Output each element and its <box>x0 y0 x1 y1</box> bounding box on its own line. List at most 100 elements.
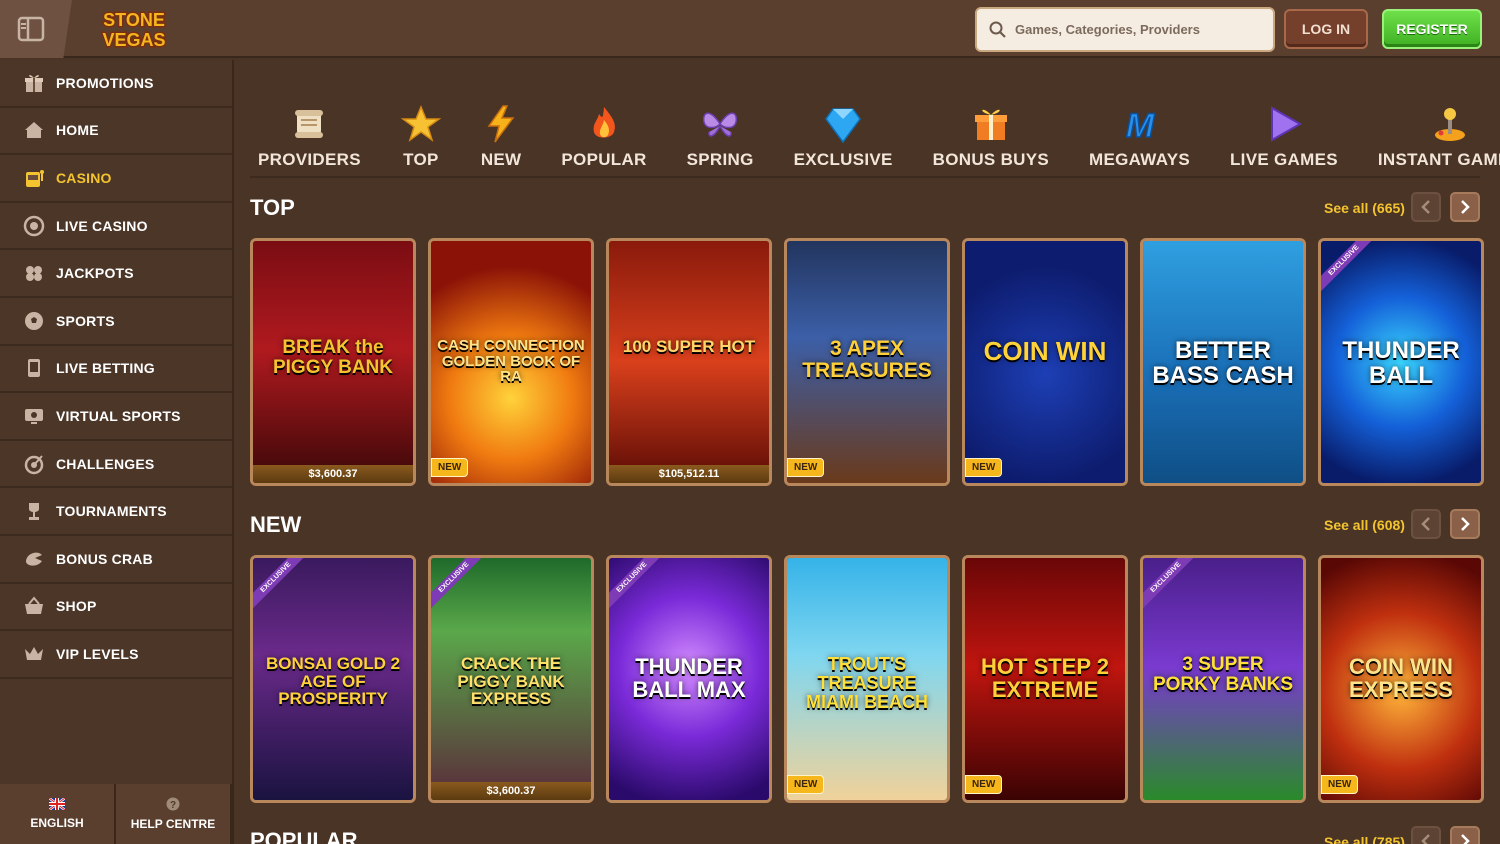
gift-icon <box>971 104 1011 144</box>
crown-icon <box>22 642 46 666</box>
popular-next-button[interactable] <box>1450 826 1480 844</box>
jackpot-amount: $3,600.37 <box>253 465 413 483</box>
game-tile[interactable]: BETTER BASS CASH <box>1140 238 1306 486</box>
game-tile[interactable]: 3 APEX TREASURES NEW <box>784 238 950 486</box>
game-title: THUNDER BALL MAX <box>632 653 746 702</box>
category-exclusive[interactable]: EXCLUSIVE <box>794 78 893 170</box>
sidebar-item-label: SHOP <box>56 598 97 615</box>
game-tile[interactable]: TROUT'S TREASURE MIAMI BEACH NEW <box>784 555 950 803</box>
category-bonus-buys[interactable]: BONUS BUYS <box>933 78 1049 170</box>
stone-vegas-logo[interactable]: STONE VEGAS <box>86 6 182 52</box>
game-tile[interactable]: BONSAI GOLD 2 AGE OF PROSPERITY EXCLUSIVE <box>250 555 416 803</box>
game-title: BETTER BASS CASH <box>1152 336 1294 389</box>
login-button[interactable]: LOG IN <box>1284 9 1368 49</box>
language-selector[interactable]: ENGLISH <box>0 784 116 844</box>
see-all-top-link[interactable]: See all (665) <box>1324 200 1405 216</box>
see-all-new-link[interactable]: See all (608) <box>1324 517 1405 533</box>
top-games-row: BREAK the PIGGY BANK $3,600.37 CASH CONNEC… <box>250 238 1500 486</box>
scroll-icon <box>289 104 329 144</box>
see-all-popular-link[interactable]: See all (785) <box>1324 834 1405 844</box>
sidebar-item-challenges[interactable]: CHALLENGES <box>0 441 232 489</box>
game-artwork <box>609 241 769 483</box>
category-top[interactable]: TOP <box>400 78 441 170</box>
register-button[interactable]: REGISTER <box>1382 9 1482 49</box>
search-input[interactable] <box>1015 22 1255 37</box>
category-label: PROVIDERS <box>258 150 361 169</box>
section-title-new: NEW <box>250 512 302 537</box>
category-label: BONUS BUYS <box>932 150 1050 169</box>
sidebar-toggle-button[interactable] <box>0 0 72 58</box>
game-tile[interactable]: CRACK THE PIGGY BANK EXPRESS EXCLUSIVE $3,… <box>428 555 594 803</box>
game-tile[interactable]: CASH CONNECTION GOLDEN BOOK OF RA NEW <box>428 238 594 486</box>
svg-text:?: ? <box>170 800 176 811</box>
sidebar-item-virtual-sports[interactable]: VIRTUAL SPORTS <box>0 393 232 441</box>
sidebar-item-promotions[interactable]: PROMOTIONS <box>0 60 232 108</box>
chevron-right-icon <box>1461 200 1470 214</box>
category-megaways[interactable]: M MEGAWAYS <box>1089 78 1190 170</box>
category-label: NEW <box>480 150 522 169</box>
game-title: CRACK THE PIGGY BANK EXPRESS <box>457 653 565 709</box>
help-centre-button[interactable]: ? HELP CENTRE <box>116 784 232 844</box>
category-label: EXCLUSIVE <box>793 150 893 169</box>
star-icon <box>400 104 441 144</box>
new-badge: NEW <box>787 458 825 477</box>
sidebar-item-label: PROMOTIONS <box>56 74 154 91</box>
game-tile[interactable]: HOT STEP 2 EXTREME NEW <box>962 555 1128 803</box>
sidebar-item-label: LIVE CASINO <box>56 217 148 234</box>
game-tile[interactable]: 3 SUPER PORKY BANKS EXCLUSIVE <box>1140 555 1306 803</box>
logo-text-line1: STONE <box>103 10 165 30</box>
popular-prev-button[interactable] <box>1411 826 1441 844</box>
game-title: COIN WIN EXPRESS <box>1349 653 1453 702</box>
chevron-left-icon <box>1421 517 1430 531</box>
diamond-icon <box>823 104 863 144</box>
chevron-left-icon <box>1421 200 1430 214</box>
category-providers[interactable]: PROVIDERS <box>258 78 361 170</box>
sidebar-item-casino[interactable]: CASINO <box>0 155 232 203</box>
game-tile[interactable]: THUNDER BALL EXCLUSIVE <box>1318 238 1484 486</box>
game-tile[interactable]: COIN WIN NEW <box>962 238 1128 486</box>
sidebar-item-label: VIP LEVELS <box>56 645 139 662</box>
fire-icon <box>584 104 624 144</box>
category-popular[interactable]: POPULAR <box>561 78 646 170</box>
sidebar-item-label: HOME <box>56 122 99 139</box>
new-next-button[interactable] <box>1450 509 1480 539</box>
search-bar[interactable] <box>975 7 1275 52</box>
sidebar-item-home[interactable]: HOME <box>0 108 232 156</box>
sidebar-item-label: SPORTS <box>56 312 115 329</box>
section-title-top: TOP <box>250 195 295 220</box>
category-divider <box>250 176 1480 178</box>
game-tile[interactable]: BREAK the PIGGY BANK $3,600.37 <box>250 238 416 486</box>
basket-icon <box>22 594 46 618</box>
category-live-games[interactable]: LIVE GAMES <box>1230 78 1338 170</box>
sidebar-item-label: JACKPOTS <box>56 265 134 282</box>
category-new[interactable]: NEW <box>481 78 522 170</box>
category-label: MEGAWAYS <box>1089 150 1190 169</box>
sidebar-item-shop[interactable]: SHOP <box>0 584 232 632</box>
new-prev-button[interactable] <box>1411 509 1441 539</box>
top-header: STONE VEGAS LOG IN REGISTER <box>0 0 1500 58</box>
sidebar-item-bonus-crab[interactable]: BONUS CRAB <box>0 536 232 584</box>
top-prev-button[interactable] <box>1411 192 1441 222</box>
jackpot-amount: $3,600.37 <box>431 782 591 800</box>
butterfly-icon <box>700 104 740 144</box>
lightning-icon <box>481 104 521 144</box>
new-games-row: BONSAI GOLD 2 AGE OF PROSPERITY EXCLUSIVE… <box>250 555 1500 803</box>
game-tile[interactable]: 100 SUPER HOT $105,512.11 <box>606 238 772 486</box>
game-tile[interactable]: COIN WIN EXPRESS NEW <box>1318 555 1484 803</box>
game-tile[interactable]: THUNDER BALL MAX EXCLUSIVE <box>606 555 772 803</box>
sidebar-item-vip-levels[interactable]: VIP LEVELS <box>0 631 232 679</box>
sidebar-item-jackpots[interactable]: JACKPOTS <box>0 250 232 298</box>
sidebar-item-tournaments[interactable]: TOURNAMENTS <box>0 488 232 536</box>
category-instant-games[interactable]: INSTANT GAMES <box>1378 78 1500 170</box>
top-next-button[interactable] <box>1450 192 1480 222</box>
new-badge: NEW <box>431 458 469 477</box>
roulette-icon <box>22 214 46 238</box>
sidebar-item-live-casino[interactable]: LIVE CASINO <box>0 203 232 251</box>
sidebar-item-live-betting[interactable]: LIVE BETTING <box>0 346 232 394</box>
joystick-icon <box>1430 104 1470 144</box>
chevron-right-icon <box>1461 834 1470 844</box>
play-triangle-icon <box>1264 104 1304 144</box>
category-spring[interactable]: SPRING <box>687 78 754 170</box>
jackpot-amount: $105,512.11 <box>609 465 769 483</box>
sidebar-item-sports[interactable]: SPORTS <box>0 298 232 346</box>
